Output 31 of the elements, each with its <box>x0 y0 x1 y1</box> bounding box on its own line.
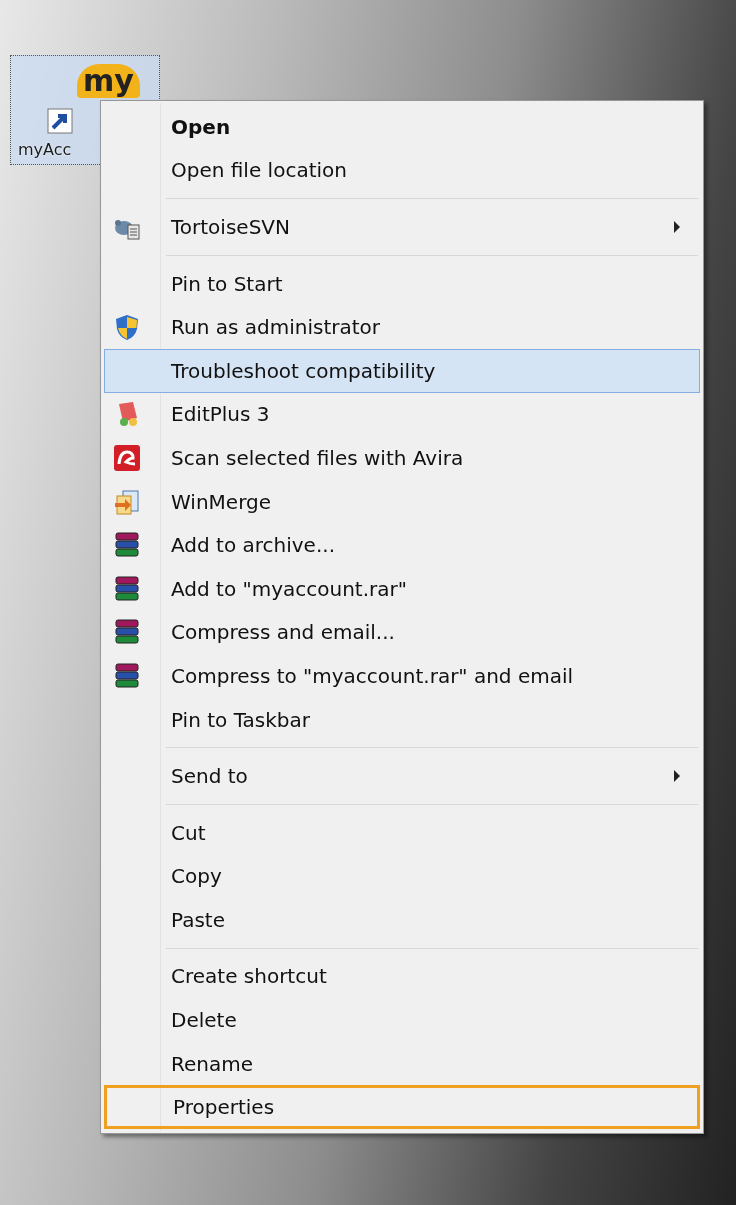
menu-item[interactable]: Compress and email... <box>104 610 700 655</box>
menu-item[interactable]: WinMerge <box>104 479 700 524</box>
books-icon <box>113 574 141 603</box>
menu-item[interactable]: Run as administrator <box>104 305 700 349</box>
menu-item[interactable]: Properties <box>104 1085 700 1130</box>
logo-text: my <box>77 64 140 98</box>
shield-icon <box>113 313 141 342</box>
menu-item[interactable]: Troubleshoot compatibility <box>104 348 700 393</box>
menu-item[interactable]: EditPlus 3 <box>104 392 700 437</box>
menu-item[interactable]: Pin to Taskbar <box>104 697 700 742</box>
menu-item[interactable]: Paste <box>104 898 700 942</box>
menu-item[interactable]: Create shortcut <box>104 954 700 999</box>
menu-item[interactable]: Delete <box>104 998 700 1042</box>
submenu-arrow-icon <box>673 221 681 233</box>
books-icon <box>113 531 141 560</box>
umbrella-icon <box>113 443 141 472</box>
menu-item[interactable]: Add to "myaccount.rar" <box>104 566 700 611</box>
menu-item[interactable]: Send to <box>104 754 700 798</box>
menu-item[interactable]: Rename <box>104 1041 700 1086</box>
menu-item[interactable]: Add to archive... <box>104 523 700 567</box>
menu-item[interactable]: Compress to "myaccount.rar" and email <box>104 654 700 698</box>
menu-item[interactable]: Copy <box>104 854 700 899</box>
submenu-arrow-icon <box>673 770 681 783</box>
menu-item[interactable]: TortoiseSVN <box>104 205 700 249</box>
menu-item[interactable]: Scan selected files with Avira <box>104 436 700 480</box>
shortcut-label: myAcc <box>18 140 72 160</box>
menu-item[interactable]: Pin to Start <box>104 261 700 306</box>
books-icon <box>113 661 141 690</box>
menu-item[interactable]: Cut <box>104 810 700 855</box>
merge-icon <box>113 487 141 516</box>
books-icon <box>113 618 141 647</box>
